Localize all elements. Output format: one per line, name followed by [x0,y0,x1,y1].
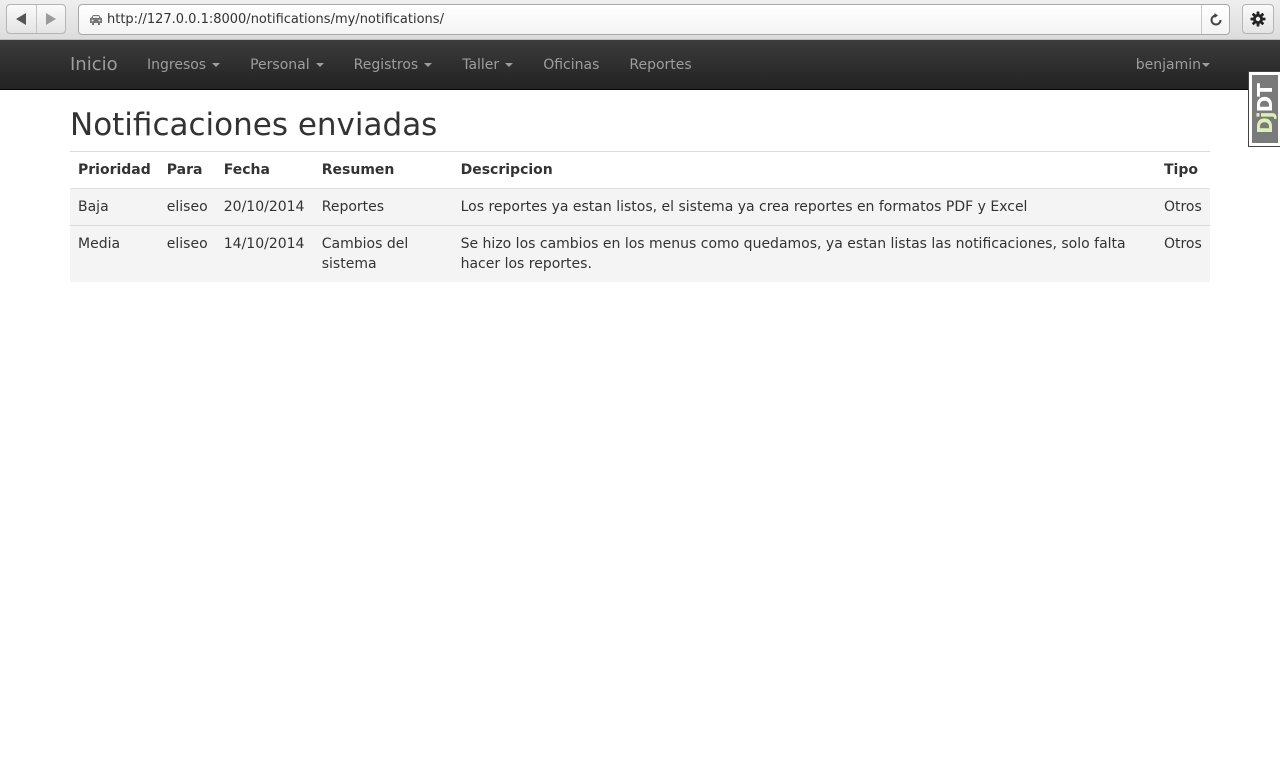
column-header-fecha: Fecha [215,151,314,190]
cell-descripcion: Los reportes ya estan listos, el sistema… [452,188,1156,226]
nav-item-label: Oficinas [543,57,600,73]
debug-toolbar-logo: DjDT [1252,75,1278,143]
column-header-descripcion: Descripcion [452,151,1156,190]
nav-item-label: Personal [250,57,310,73]
caret-down-icon [505,63,514,67]
cell-fecha: 20/10/2014 [215,188,314,226]
debug-toolbar-handle[interactable]: DjDT [1248,71,1280,147]
cell-tipo: Otros [1155,225,1210,283]
cell-para: eliseo [158,188,216,226]
history-buttons [6,4,66,34]
cell-tipo: Otros [1155,188,1210,226]
cell-fecha: 14/10/2014 [215,225,314,283]
nav-item-label: Reportes [629,57,692,73]
reload-icon [1210,12,1221,25]
cell-resumen: Reportes [313,188,453,226]
nav-item-label: Ingresos [147,57,207,73]
nav-item-personal[interactable]: Personal [235,40,339,90]
reload-button[interactable] [1201,5,1229,34]
nav-item-reportes[interactable]: Reportes [614,40,706,90]
notifications-table: Prioridad Para Fecha Resumen Descripcion… [70,151,1210,283]
cell-prioridad: Media [70,225,159,283]
back-arrow-icon [16,13,27,25]
table-row: Baja eliseo 20/10/2014 Reportes Los repo… [70,188,1210,226]
nav-item-registros[interactable]: Registros [339,40,448,90]
cell-para: eliseo [158,225,216,283]
debug-toolbar-label-dj: Dj [1253,112,1277,134]
caret-down-icon [1202,63,1210,67]
car-icon [90,15,102,25]
cell-descripcion: Se hizo los cambios en los menus como qu… [452,225,1156,283]
nav-item-ingresos[interactable]: Ingresos [132,40,235,90]
table-row: Media eliseo 14/10/2014 Cambios del sist… [70,225,1210,283]
column-header-tipo: Tipo [1155,151,1210,190]
main-content: Notificaciones enviadas Prioridad Para F… [70,90,1210,283]
navbar-brand-home-link[interactable]: Inicio [70,54,118,75]
user-menu[interactable]: benjamin [1136,40,1210,90]
gear-icon [1250,11,1266,27]
user-name: benjamin [1135,57,1201,73]
cell-resumen: Cambios del sistema [313,225,453,283]
settings-button[interactable] [1242,4,1274,34]
address-bar[interactable]: http://127.0.0.1:8000/notifications/my/n… [78,4,1230,35]
main-navbar: Inicio Ingresos Personal Registros Talle… [0,40,1280,90]
forward-arrow-icon [45,13,56,25]
nav-menu: Ingresos Personal Registros Taller Ofici… [132,40,707,90]
table-header-row: Prioridad Para Fecha Resumen Descripcion… [70,151,1210,190]
forward-button[interactable] [35,5,65,33]
nav-item-label: Registros [353,57,419,73]
nav-item-oficinas[interactable]: Oficinas [528,40,614,90]
url-text[interactable]: http://127.0.0.1:8000/notifications/my/n… [107,12,444,27]
back-button[interactable] [7,5,36,33]
nav-item-label: Taller [462,57,500,73]
column-header-resumen: Resumen [313,151,453,190]
browser-toolbar: http://127.0.0.1:8000/notifications/my/n… [0,0,1280,40]
nav-item-taller[interactable]: Taller [447,40,528,90]
column-header-prioridad: Prioridad [70,151,159,190]
page-title: Notificaciones enviadas [70,107,438,143]
caret-down-icon [212,63,221,67]
cell-prioridad: Baja [70,188,159,226]
column-header-para: Para [158,151,216,190]
caret-down-icon [424,63,433,67]
debug-toolbar-label-dt: DT [1253,84,1277,113]
caret-down-icon [315,63,324,67]
